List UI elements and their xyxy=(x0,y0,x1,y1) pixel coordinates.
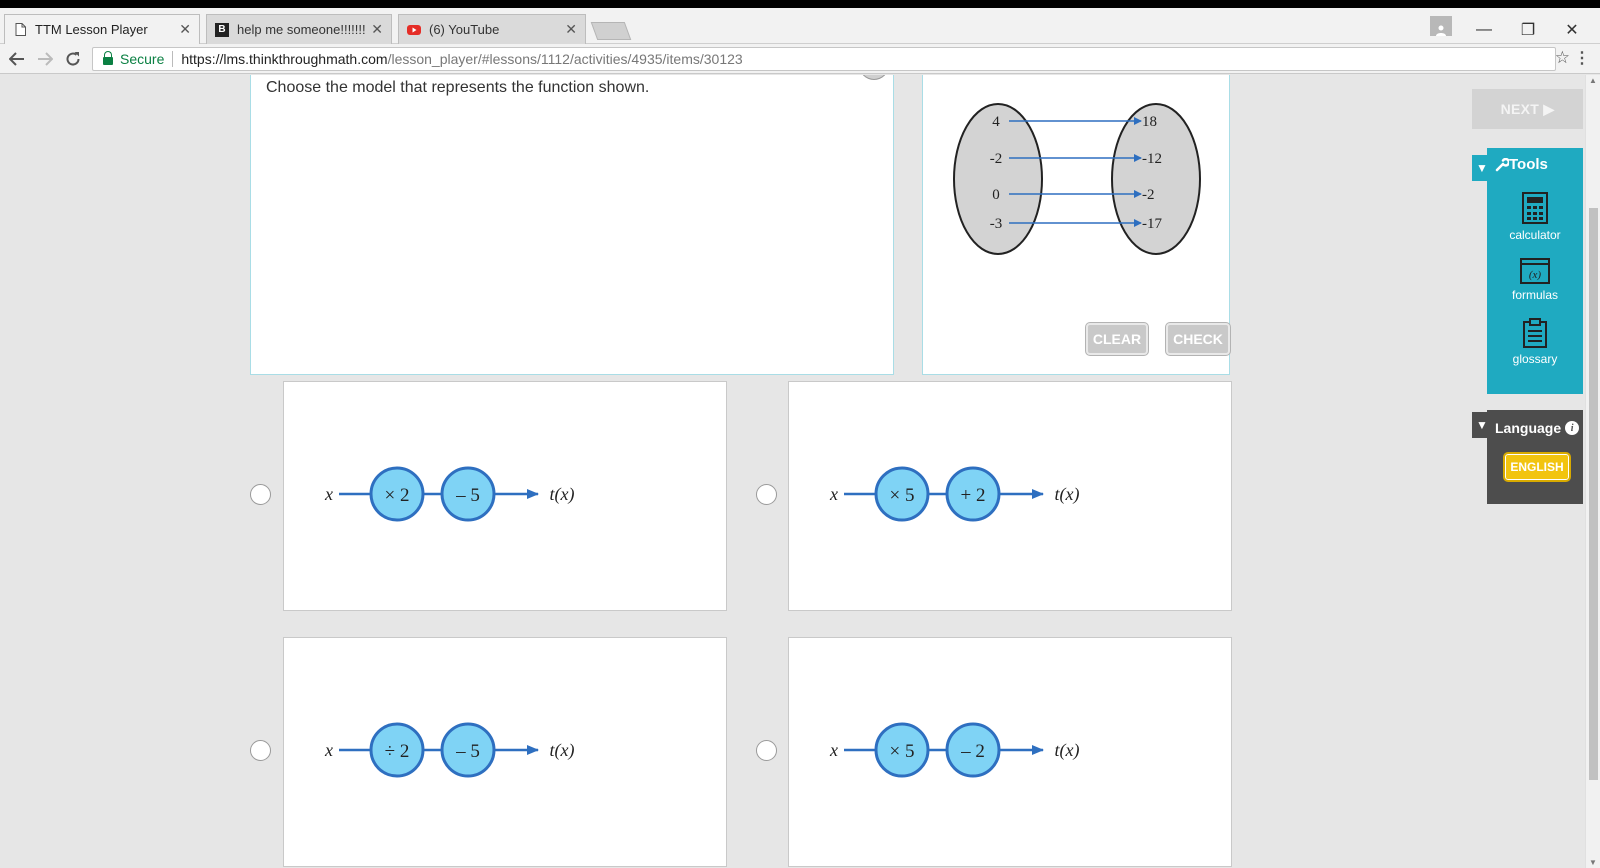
operation-1-label: ÷ 2 xyxy=(385,741,410,762)
input-variable: x xyxy=(324,740,333,760)
tab-close-icon[interactable]: ✕ xyxy=(179,21,191,38)
tools-title: Tools xyxy=(1495,156,1548,173)
tab-youtube[interactable]: (6) YouTube ✕ xyxy=(398,14,586,44)
mapping-output-value: 18 xyxy=(1142,114,1157,130)
calculator-label: calculator xyxy=(1509,228,1561,242)
reload-icon[interactable] xyxy=(62,48,84,70)
url-path: /lesson_player/#lessons/1112/activities/… xyxy=(387,51,743,67)
scroll-up-arrow-icon[interactable]: ▲ xyxy=(1589,76,1597,85)
option-a-radio[interactable] xyxy=(250,484,271,505)
function-model-c: x ÷ 2 – 5 t(x) xyxy=(324,722,575,778)
answer-option-d[interactable]: x × 5 – 2 t(x) xyxy=(788,637,1232,867)
tools-panel: Tools calculator (x) formulas glossary xyxy=(1487,148,1583,394)
formulas-tool[interactable]: (x) formulas xyxy=(1487,258,1583,302)
input-variable: x xyxy=(829,740,838,760)
clear-button[interactable]: CLEAR xyxy=(1086,323,1148,355)
input-variable: x xyxy=(829,484,838,504)
operation-2-label: – 5 xyxy=(455,741,480,762)
tab-title: (6) YouTube xyxy=(429,22,500,37)
divider xyxy=(172,51,174,67)
mapping-input-value: 4 xyxy=(992,114,1000,130)
answer-option-c[interactable]: x ÷ 2 – 5 t(x) xyxy=(283,637,727,867)
option-b-radio[interactable] xyxy=(756,484,777,505)
question-panel: Choose the model that represents the fun… xyxy=(250,75,894,375)
document-icon xyxy=(13,23,27,37)
function-model-a: x × 2 – 5 t(x) xyxy=(324,466,575,522)
url-host: https://lms.thinkthroughmath.com xyxy=(181,51,388,67)
lock-icon xyxy=(103,51,113,65)
operation-1-label: × 5 xyxy=(890,485,915,506)
tab-strip: TTM Lesson Player ✕ B help me someone!!!… xyxy=(0,8,1600,44)
question-prompt: Choose the model that represents the fun… xyxy=(266,79,650,96)
window-titlebar xyxy=(0,0,1600,8)
close-window-button[interactable]: ✕ xyxy=(1550,16,1594,44)
check-button[interactable]: CHECK xyxy=(1166,323,1230,355)
secure-label: Secure xyxy=(120,51,165,67)
function-model-b: x × 5 + 2 t(x) xyxy=(829,466,1080,522)
mapping-output-value: -2 xyxy=(1142,187,1155,203)
operation-2-label: + 2 xyxy=(961,485,986,506)
calculator-tool[interactable]: calculator xyxy=(1487,192,1583,242)
minimize-button[interactable]: — xyxy=(1462,16,1506,44)
formulas-label: formulas xyxy=(1511,288,1558,302)
output-label: t(x) xyxy=(550,484,575,505)
input-variable: x xyxy=(324,484,333,504)
language-title: Language i xyxy=(1495,420,1580,436)
tab-title: help me someone!!!!!!!! xyxy=(237,22,366,37)
language-panel: Language i ENGLISH xyxy=(1487,410,1583,504)
brainly-icon: B xyxy=(215,22,229,37)
audio-button[interactable] xyxy=(859,75,889,80)
glossary-icon xyxy=(1523,318,1547,348)
scrollbar-thumb[interactable] xyxy=(1589,208,1598,780)
operation-1-label: × 2 xyxy=(385,485,410,506)
language-title-label: Language xyxy=(1495,420,1562,436)
mapping-input-value: -2 xyxy=(990,151,1003,167)
info-icon[interactable]: i xyxy=(1565,421,1580,435)
operation-2-label: – 2 xyxy=(960,741,985,762)
lesson-page: Choose the model that represents the fun… xyxy=(0,75,1600,868)
tab-close-icon[interactable]: ✕ xyxy=(565,21,577,38)
output-label: t(x) xyxy=(550,740,575,761)
english-language-button[interactable]: ENGLISH xyxy=(1503,452,1571,482)
mapping-input-value: 0 xyxy=(992,187,1000,203)
tools-title-label: Tools xyxy=(1509,156,1548,173)
scroll-down-arrow-icon[interactable]: ▼ xyxy=(1589,858,1597,867)
option-c-radio[interactable] xyxy=(250,740,271,761)
browser-menu-icon[interactable]: ⋮ xyxy=(1574,48,1590,68)
wrench-icon xyxy=(1495,157,1509,171)
youtube-icon xyxy=(407,23,421,37)
new-tab-button[interactable] xyxy=(590,22,632,40)
output-label: t(x) xyxy=(1055,484,1080,505)
tab-help-me[interactable]: B help me someone!!!!!!!! ✕ xyxy=(206,14,392,44)
mapping-input-value: -3 xyxy=(990,216,1003,232)
tab-title: TTM Lesson Player xyxy=(35,22,148,37)
svg-text:(x): (x) xyxy=(1529,269,1542,281)
glossary-label: glossary xyxy=(1512,352,1558,366)
function-model-d: x × 5 – 2 t(x) xyxy=(829,722,1080,778)
next-button[interactable]: NEXT ▶ xyxy=(1472,89,1583,129)
output-label: t(x) xyxy=(1055,740,1080,761)
profile-icon[interactable] xyxy=(1430,16,1452,36)
calculator-icon xyxy=(1522,192,1548,224)
page-scrollbar[interactable]: ▲ ▼ xyxy=(1585,75,1600,868)
answer-option-a[interactable]: x × 2 – 5 t(x) xyxy=(283,381,727,611)
browser-toolbar: Secure https://lms.thinkthroughmath.com/… xyxy=(0,44,1600,74)
mapping-output-value: -17 xyxy=(1142,216,1162,232)
operation-2-label: – 5 xyxy=(455,485,480,506)
formulas-icon: (x) xyxy=(1520,258,1550,284)
glossary-tool[interactable]: glossary xyxy=(1487,318,1583,366)
forward-arrow-icon[interactable] xyxy=(34,48,56,70)
url-text: https://lms.thinkthroughmath.com/lesson_… xyxy=(181,51,742,67)
address-bar[interactable]: Secure https://lms.thinkthroughmath.com/… xyxy=(92,47,1556,71)
back-arrow-icon[interactable] xyxy=(6,48,28,70)
restore-button[interactable]: ❐ xyxy=(1506,16,1550,44)
tab-close-icon[interactable]: ✕ xyxy=(371,21,383,38)
tab-ttm-lesson-player[interactable]: TTM Lesson Player ✕ xyxy=(4,14,200,44)
operation-1-label: × 5 xyxy=(890,741,915,762)
option-d-radio[interactable] xyxy=(756,740,777,761)
bookmark-star-icon[interactable]: ☆ xyxy=(1555,48,1570,68)
mapping-output-value: -12 xyxy=(1142,151,1162,167)
answer-option-b[interactable]: x × 5 + 2 t(x) xyxy=(788,381,1232,611)
